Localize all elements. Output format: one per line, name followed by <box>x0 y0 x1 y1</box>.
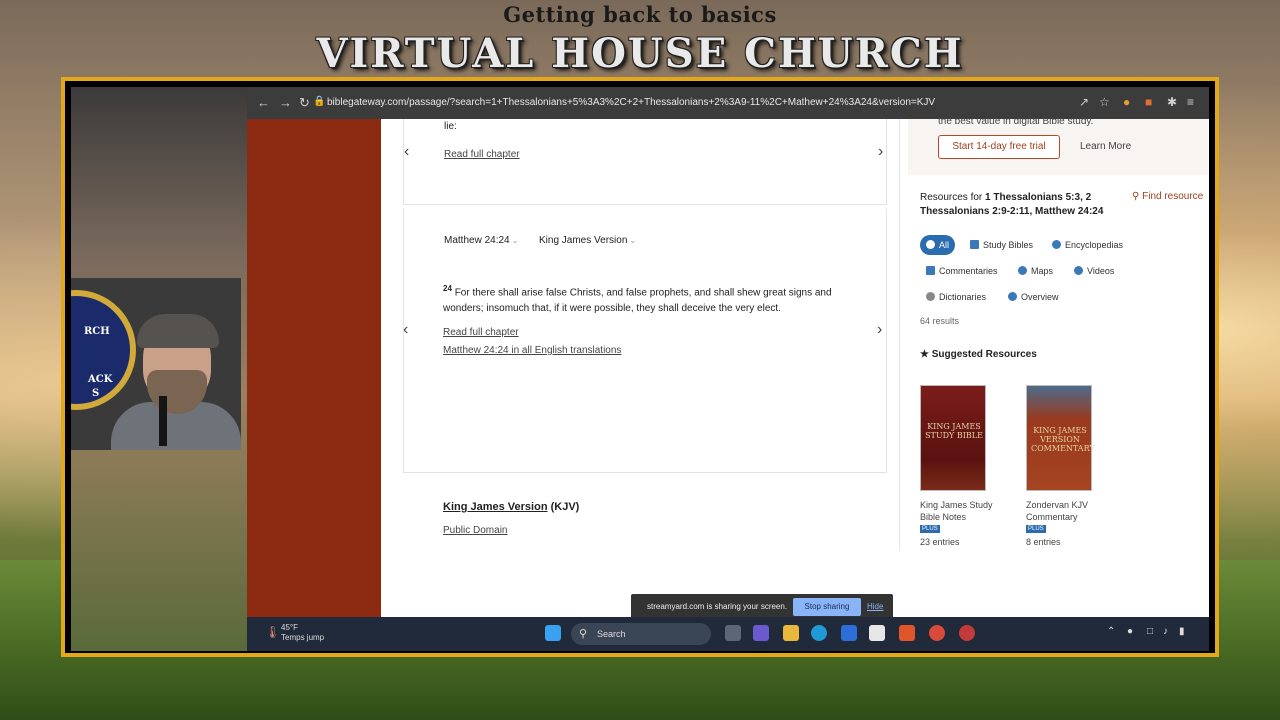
previous-verse-fragment: lie: <box>444 121 457 132</box>
chip-maps[interactable]: Maps <box>1012 261 1059 281</box>
read-full-chapter-link[interactable]: Read full chapter <box>443 327 519 338</box>
stop-sharing-button[interactable]: Stop sharing <box>793 598 861 616</box>
chip-encyclopedias[interactable]: Encyclopedias <box>1046 235 1129 255</box>
next-chapter-arrow-icon[interactable]: › <box>878 143 883 161</box>
map-icon <box>1018 266 1027 275</box>
chevron-up-icon[interactable]: ⌃ <box>1107 626 1115 637</box>
check-icon <box>926 240 935 249</box>
url-field[interactable]: biblegateway.com/passage/?search=1+Thess… <box>327 97 1027 108</box>
file-explorer-icon[interactable] <box>783 625 799 641</box>
forward-icon[interactable]: → <box>279 95 292 110</box>
comment-icon <box>926 266 935 275</box>
taskbar-search[interactable]: ⚲ Search <box>571 623 711 645</box>
free-trial-button[interactable]: Start 14-day free trial <box>938 135 1060 159</box>
promo-text: the best value in digital Bible study. <box>938 116 1094 127</box>
chevron-down-icon: ⌄ <box>511 236 519 245</box>
search-icon: ⚲ <box>1132 191 1140 202</box>
chrome-icon[interactable] <box>929 625 945 641</box>
chevron-down-icon: ⌄ <box>629 236 637 245</box>
extension-icon[interactable]: ■ <box>1145 95 1152 109</box>
all-translations-link[interactable]: Matthew 24:24 in all English translation… <box>443 345 621 356</box>
resources-heading: Resources for 1 Thessalonians 5:3, 2 The… <box>920 192 1104 217</box>
passage-card-matthew: Matthew 24:24 ⌄ King James Version ⌄ <box>403 209 887 473</box>
browser-window: ← → ↻ 🔒 biblegateway.com/passage/?search… <box>247 87 1209 620</box>
reload-icon[interactable]: ↻ <box>299 95 310 111</box>
menu-icon[interactable]: ≡ <box>1187 95 1194 109</box>
edge-icon[interactable] <box>811 625 827 641</box>
banner-title: VIRTUAL HOUSE CHURCH <box>316 30 964 77</box>
version-select[interactable]: King James Version ⌄ <box>539 235 636 246</box>
person-cap <box>137 314 219 348</box>
book-cover-kjv-commentary[interactable]: KING JAMES VERSION COMMENTARY <box>1026 385 1095 491</box>
passage-area: lie: Read full chapter ‹ › Matthew 24:24… <box>403 119 887 473</box>
taskbar: 🌡 45°F Temps jump ⚲ Search ⌃ ● □ ♪ ▮ <box>247 617 1209 651</box>
calendar-icon[interactable] <box>869 625 885 641</box>
brave-icon[interactable] <box>899 625 915 641</box>
prev-chapter-arrow-icon[interactable]: ‹ <box>404 143 409 161</box>
search-icon: ⚲ <box>579 628 588 640</box>
book-title[interactable]: Zondervan KJV Commentary <box>1026 499 1106 523</box>
book-title[interactable]: King James Study Bible Notes <box>920 499 1000 523</box>
network-icon[interactable]: □ <box>1147 626 1153 637</box>
entries-count: 23 entries <box>920 537 960 547</box>
chip-videos[interactable]: Videos <box>1068 261 1120 281</box>
compass-icon <box>1008 292 1017 301</box>
app-icon[interactable] <box>959 625 975 641</box>
left-accent-bar <box>247 119 381 617</box>
plus-badge: PLUS <box>1026 525 1046 533</box>
find-resource-link[interactable]: ⚲ Find resource <box>1132 191 1203 202</box>
banner-subtitle: Getting back to basics <box>503 2 777 27</box>
battery-icon[interactable]: ▮ <box>1179 626 1185 637</box>
learn-more-link[interactable]: Learn More <box>1080 141 1131 152</box>
task-view-icon[interactable] <box>725 625 741 641</box>
dictionary-icon <box>926 292 935 301</box>
app-icon[interactable] <box>841 625 857 641</box>
chip-study-bibles[interactable]: Study Bibles <box>964 235 1039 255</box>
star-icon[interactable]: ☆ <box>1099 95 1110 109</box>
chip-overview[interactable]: Overview <box>1002 287 1065 307</box>
promo-box: the best value in digital Bible study. S… <box>908 116 1208 175</box>
prev-chapter-arrow-icon[interactable]: ‹ <box>403 321 408 339</box>
plus-badge: PLUS <box>920 525 940 533</box>
webcam-feed: RCH ACK S <box>71 278 241 450</box>
windows-start-icon[interactable] <box>545 625 561 641</box>
read-full-chapter-link[interactable]: Read full chapter <box>444 149 520 160</box>
stream-frame: RCH ACK S ← → ↻ 🔒 biblegateway.com/passa… <box>61 77 1219 657</box>
passage-reference[interactable]: Matthew 24:24 ⌄ <box>444 235 518 246</box>
book-cover-kjv-study-bible[interactable]: KING JAMES STUDY BIBLE <box>920 385 986 491</box>
passage-card-previous: lie: Read full chapter ‹ › <box>403 119 887 205</box>
thermometer-icon: 🌡 <box>265 625 281 639</box>
address-bar: ← → ↻ 🔒 biblegateway.com/passage/?search… <box>247 87 1209 119</box>
public-domain-link[interactable]: Public Domain <box>443 525 507 536</box>
church-seal-logo: RCH ACK S <box>71 290 136 410</box>
version-name: King James Version (KJV) <box>443 501 580 513</box>
page-content: lie: Read full chapter ‹ › Matthew 24:24… <box>247 116 1209 620</box>
verse-text: 24 For there shall arise false Christs, … <box>443 284 832 315</box>
extension-icon[interactable]: ● <box>1123 95 1130 109</box>
verse-number: 24 <box>443 284 452 293</box>
chip-dictionaries[interactable]: Dictionaries <box>920 287 992 307</box>
results-count: 64 results <box>920 316 960 326</box>
globe-icon <box>1052 240 1061 249</box>
microphone-icon[interactable]: ● <box>1127 626 1133 637</box>
teams-icon[interactable] <box>753 625 769 641</box>
lock-icon[interactable]: 🔒 <box>313 96 325 107</box>
book-icon <box>970 240 979 249</box>
volume-icon[interactable]: ♪ <box>1163 626 1168 637</box>
chip-commentaries[interactable]: Commentaries <box>920 261 1004 281</box>
next-chapter-arrow-icon[interactable]: › <box>877 321 882 339</box>
back-icon[interactable]: ← <box>257 95 270 110</box>
chip-all[interactable]: All <box>920 235 956 255</box>
share-icon[interactable]: ↗ <box>1079 95 1089 109</box>
shared-screen: RCH ACK S ← → ↻ 🔒 biblegateway.com/passa… <box>71 87 1209 651</box>
play-icon <box>1074 266 1083 275</box>
puzzle-icon[interactable]: ✱ <box>1167 95 1177 109</box>
resources-panel: the best value in digital Bible study. S… <box>899 116 1209 551</box>
suggested-heading: ★ Suggested Resources <box>920 349 1037 360</box>
share-message: streamyard.com is sharing your screen. <box>647 602 788 611</box>
microphone <box>159 396 167 446</box>
hide-button[interactable]: Hide <box>867 602 883 611</box>
entries-count: 8 entries <box>1026 537 1061 547</box>
